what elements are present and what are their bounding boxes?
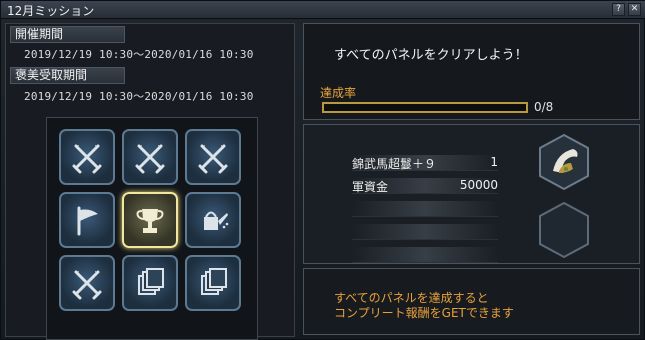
mission-panel-tile[interactable] bbox=[59, 129, 115, 185]
crossed-swords-icon bbox=[72, 144, 102, 174]
panel-grid bbox=[46, 117, 258, 340]
mission-panel-tile[interactable] bbox=[59, 255, 115, 311]
reward-row: 錦武馬超鬘＋９ 1 bbox=[352, 155, 498, 171]
mission-description: すべてのパネルをクリアしよう！ bbox=[334, 48, 528, 63]
reward-name: 錦武馬超鬘＋９ bbox=[352, 157, 437, 171]
progress-count: 0/8 bbox=[534, 100, 554, 114]
reward-slot-2[interactable] bbox=[535, 201, 593, 259]
feather-helmet-icon bbox=[539, 133, 589, 191]
reward-row bbox=[352, 201, 498, 217]
mission-panel-tile[interactable] bbox=[59, 192, 115, 248]
completion-notice: すべてのパネルを達成すると コンプリート報酬をGETできます bbox=[303, 268, 640, 335]
event-period-value: 2019/12/19 10:30～2020/01/16 10:30 bbox=[24, 48, 254, 61]
reward-row bbox=[352, 247, 498, 263]
event-period-label: 開催期間 bbox=[10, 26, 125, 43]
reward-row bbox=[352, 224, 498, 240]
mission-panel-tile[interactable] bbox=[185, 129, 241, 185]
watering-can-icon bbox=[204, 211, 229, 230]
schedule-panel: 開催期間 2019/12/19 10:30～2020/01/16 10:30 褒… bbox=[5, 23, 295, 340]
help-button[interactable]: ? bbox=[612, 3, 625, 16]
crossed-swords-icon bbox=[198, 144, 228, 174]
crossed-swords-icon bbox=[72, 270, 102, 300]
title-bar: 12月ミッション ? ✕ bbox=[1, 1, 645, 19]
mission-panel-tile[interactable] bbox=[185, 192, 241, 248]
mission-panel-tile[interactable] bbox=[122, 255, 178, 311]
mission-panel-tile[interactable] bbox=[122, 192, 178, 248]
reward-qty: 50000 bbox=[459, 178, 498, 192]
reward-qty: 1 bbox=[490, 155, 498, 169]
mission-panel-tile[interactable] bbox=[185, 255, 241, 311]
mission-window: 12月ミッション ? ✕ 開催期間 2019/12/19 10:30～2020/… bbox=[0, 0, 645, 340]
progress-bar bbox=[322, 102, 528, 113]
flag-icon bbox=[77, 206, 98, 236]
notice-line-2: コンプリート報酬をGETできます bbox=[334, 306, 514, 320]
stacked-cards-icon bbox=[138, 268, 164, 295]
mission-panel-tile[interactable] bbox=[122, 129, 178, 185]
close-button[interactable]: ✕ bbox=[628, 3, 641, 16]
reward-row: 軍資金 50000 bbox=[352, 178, 498, 194]
achievement-rate-label: 達成率 bbox=[320, 86, 357, 100]
window-title: 12月ミッション bbox=[7, 4, 95, 18]
stacked-cards-icon bbox=[201, 268, 227, 295]
reward-period-value: 2019/12/19 10:30～2020/01/16 10:30 bbox=[24, 90, 254, 103]
empty-slot-icon bbox=[539, 201, 589, 259]
mission-box: すべてのパネルをクリアしよう！ 達成率 0/8 bbox=[303, 23, 640, 120]
trophy-icon bbox=[136, 209, 164, 233]
reward-slot-1[interactable] bbox=[535, 133, 593, 191]
reward-box: 錦武馬超鬘＋９ 1 軍資金 50000 bbox=[303, 124, 640, 264]
crossed-swords-icon bbox=[135, 144, 165, 174]
reward-period-label: 褒美受取期間 bbox=[10, 67, 125, 84]
reward-name: 軍資金 bbox=[352, 180, 389, 194]
